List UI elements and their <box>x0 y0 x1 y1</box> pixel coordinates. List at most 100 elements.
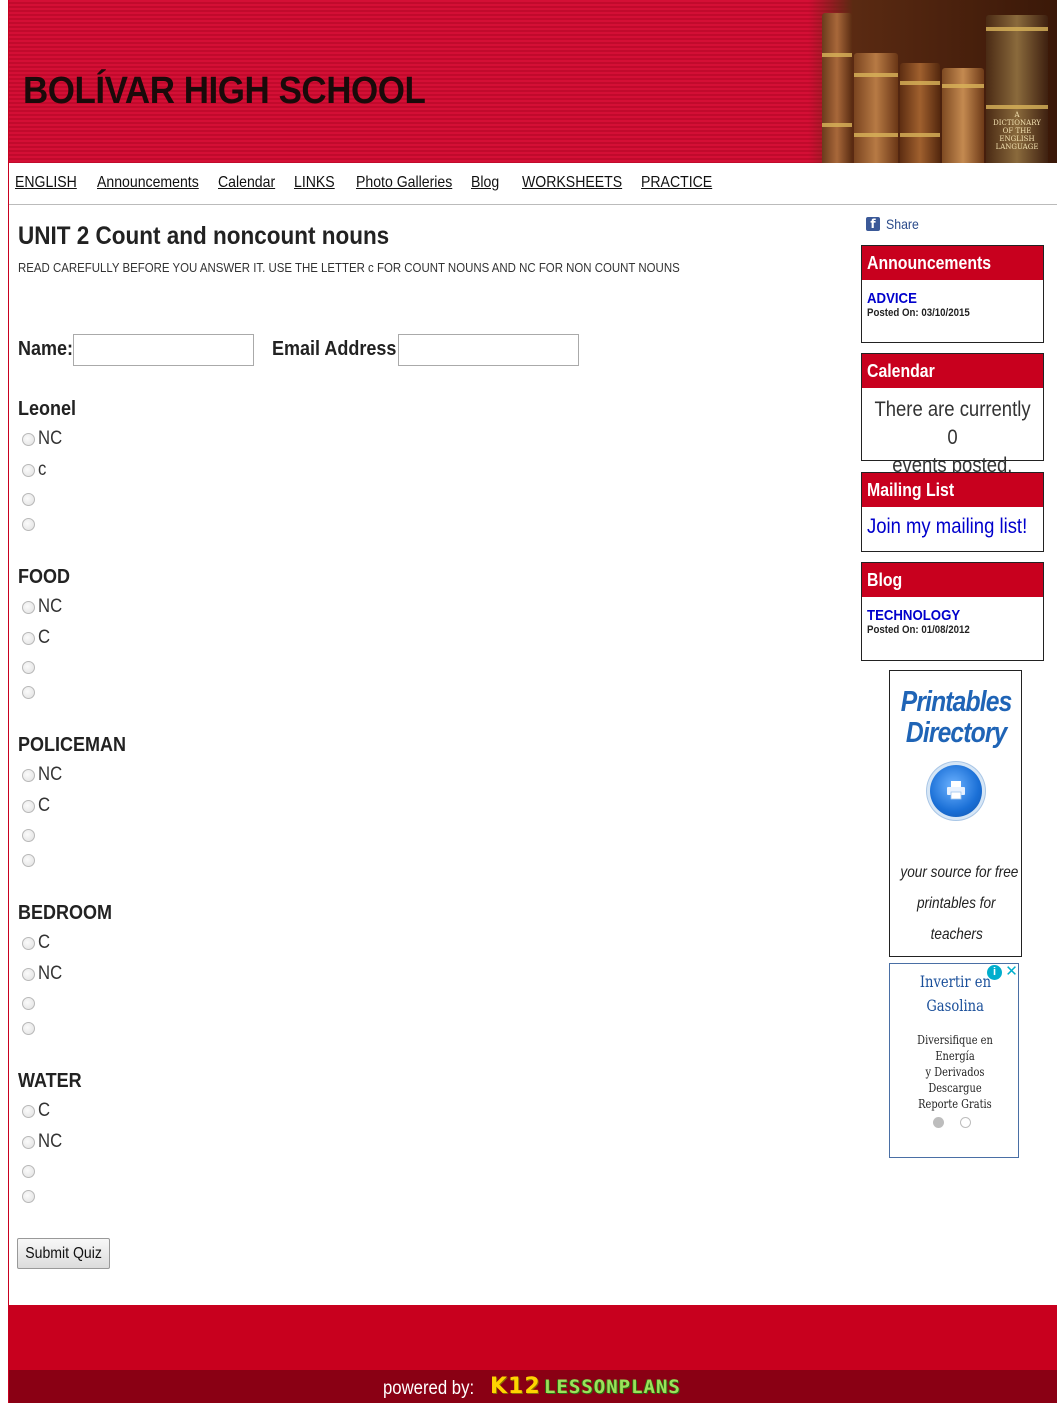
radio-button[interactable] <box>22 828 35 842</box>
book-spine <box>822 13 852 163</box>
powered-by-text: powered by: <box>383 1378 475 1399</box>
printables-title: Directory <box>906 717 1007 749</box>
name-label: Name: <box>18 338 74 360</box>
calendar-widget: Calendar There are currently 0 events pos… <box>861 353 1044 477</box>
radio-button[interactable] <box>22 1135 35 1149</box>
site-title: BOLÍVAR HIGH SCHOOL <box>23 70 426 112</box>
site-header: BOLÍVAR HIGH SCHOOL A DICTIONARY OF THE … <box>9 0 1057 163</box>
nav-practice[interactable]: PRACTICE <box>641 174 712 192</box>
book-spine <box>900 63 940 163</box>
nav-calendar[interactable]: Calendar <box>218 174 275 192</box>
question-food: FOOD NC C <box>18 566 418 706</box>
advertisement[interactable]: i ✕ Invertir en Gasolina Diversifique en … <box>889 963 1019 1158</box>
book-spine <box>854 53 898 163</box>
email-input[interactable] <box>398 334 579 366</box>
footer-band <box>9 1305 1057 1370</box>
radio-button[interactable] <box>22 1164 35 1178</box>
name-input[interactable] <box>73 334 254 366</box>
option-blank[interactable] <box>22 488 35 510</box>
dictionary-book: A DICTIONARY OF THE ENGLISH LANGUAGE <box>986 15 1048 163</box>
radio-button[interactable] <box>22 492 35 506</box>
option-c[interactable]: C <box>22 795 52 817</box>
question-bedroom: BEDROOM C NC <box>18 902 418 1042</box>
widget-heading: Announcements <box>862 246 1043 280</box>
mailing-list-widget: Mailing List Join my mailing list! <box>861 472 1044 552</box>
radio-button[interactable] <box>22 1104 35 1118</box>
printables-tagline: printables for <box>917 895 996 912</box>
option-c[interactable]: C <box>22 627 52 649</box>
option-blank[interactable] <box>22 1185 35 1207</box>
radio-button[interactable] <box>22 517 35 531</box>
printables-tagline: your source for free <box>900 864 1019 881</box>
book-spine <box>942 68 984 163</box>
quiz-instructions: READ CAREFULLY BEFORE YOU ANSWER IT. USE… <box>18 260 680 275</box>
nav-blog[interactable]: Blog <box>471 174 499 192</box>
posted-date: Posted On: 01/08/2012 <box>867 624 970 636</box>
question-label: WATER <box>18 1070 82 1092</box>
submit-quiz-button[interactable]: Submit Quiz <box>17 1238 110 1269</box>
radio-button[interactable] <box>22 685 35 699</box>
page-title: UNIT 2 Count and noncount nouns <box>18 222 390 250</box>
radio-button[interactable] <box>22 631 35 645</box>
widget-heading: Blog <box>862 563 1043 597</box>
ad-carousel-dot-active[interactable] <box>933 1117 944 1128</box>
radio-button[interactable] <box>22 768 35 782</box>
radio-button[interactable] <box>22 432 35 446</box>
option-blank[interactable] <box>22 992 35 1014</box>
lessonplans-logo[interactable]: LESSONPLANS <box>544 1376 681 1398</box>
k12-logo[interactable]: K12 <box>490 1374 541 1399</box>
widget-heading: Mailing List <box>862 473 1043 507</box>
radio-button[interactable] <box>22 996 35 1010</box>
nav-photo-galleries[interactable]: Photo Galleries <box>356 174 452 192</box>
nav-worksheets[interactable]: WORKSHEETS <box>522 174 622 192</box>
share-label: Share <box>886 216 919 232</box>
radio-button[interactable] <box>22 1189 35 1203</box>
ad-carousel-dot[interactable] <box>960 1117 971 1128</box>
option-blank[interactable] <box>22 681 35 703</box>
radio-button[interactable] <box>22 967 35 981</box>
posted-date: Posted On: 03/10/2015 <box>867 307 970 319</box>
question-water: WATER C NC <box>18 1070 418 1210</box>
main-nav: ENGLISH Announcements Calendar LINKS Pho… <box>9 163 1057 205</box>
header-books-image: A DICTIONARY OF THE ENGLISH LANGUAGE <box>808 0 1057 163</box>
question-leonel: Leonel NC c <box>18 398 418 538</box>
radio-button[interactable] <box>22 799 35 813</box>
radio-button[interactable] <box>22 1021 35 1035</box>
option-blank[interactable] <box>22 824 35 846</box>
option-c[interactable]: c <box>22 459 48 481</box>
nav-announcements[interactable]: Announcements <box>97 174 199 192</box>
option-nc[interactable]: NC <box>22 596 65 618</box>
printables-directory-banner[interactable]: Printables Directory your source for fre… <box>889 670 1022 957</box>
option-c[interactable]: C <box>22 1100 52 1122</box>
radio-button[interactable] <box>22 600 35 614</box>
option-blank[interactable] <box>22 513 35 535</box>
radio-button[interactable] <box>22 936 35 950</box>
blog-post-link[interactable]: TECHNOLOGY <box>862 607 1043 624</box>
radio-button[interactable] <box>22 660 35 674</box>
option-blank[interactable] <box>22 849 35 871</box>
option-c[interactable]: C <box>22 932 52 954</box>
option-nc[interactable]: NC <box>22 764 65 786</box>
option-blank[interactable] <box>22 1017 35 1039</box>
printables-tagline: teachers <box>930 926 983 943</box>
radio-button[interactable] <box>22 853 35 867</box>
option-nc[interactable]: NC <box>22 428 65 450</box>
option-nc[interactable]: NC <box>22 963 65 985</box>
dictionary-book-label: A DICTIONARY OF THE ENGLISH LANGUAGE <box>993 111 1041 151</box>
facebook-share-button[interactable]: f Share <box>866 216 923 232</box>
blog-widget: Blog TECHNOLOGY Posted On: 01/08/2012 <box>861 562 1044 661</box>
nav-english[interactable]: ENGLISH <box>15 174 77 192</box>
calendar-message: There are currently 0 events posted. <box>874 398 1031 477</box>
option-blank[interactable] <box>22 1160 35 1182</box>
printables-title: Printables <box>901 686 1013 718</box>
ad-title: Invertir en Gasolina <box>919 972 991 1015</box>
radio-button[interactable] <box>22 463 35 477</box>
announcement-link[interactable]: ADVICE <box>862 290 1043 307</box>
join-mailing-list-link[interactable]: Join my mailing list! <box>862 515 1043 539</box>
option-blank[interactable] <box>22 656 35 678</box>
question-policeman: POLICEMAN NC C <box>18 734 418 874</box>
question-label: POLICEMAN <box>18 734 126 756</box>
ad-body: Diversifique en Energía y Derivados Desc… <box>917 1033 993 1111</box>
nav-links[interactable]: LINKS <box>294 174 335 192</box>
option-nc[interactable]: NC <box>22 1131 65 1153</box>
